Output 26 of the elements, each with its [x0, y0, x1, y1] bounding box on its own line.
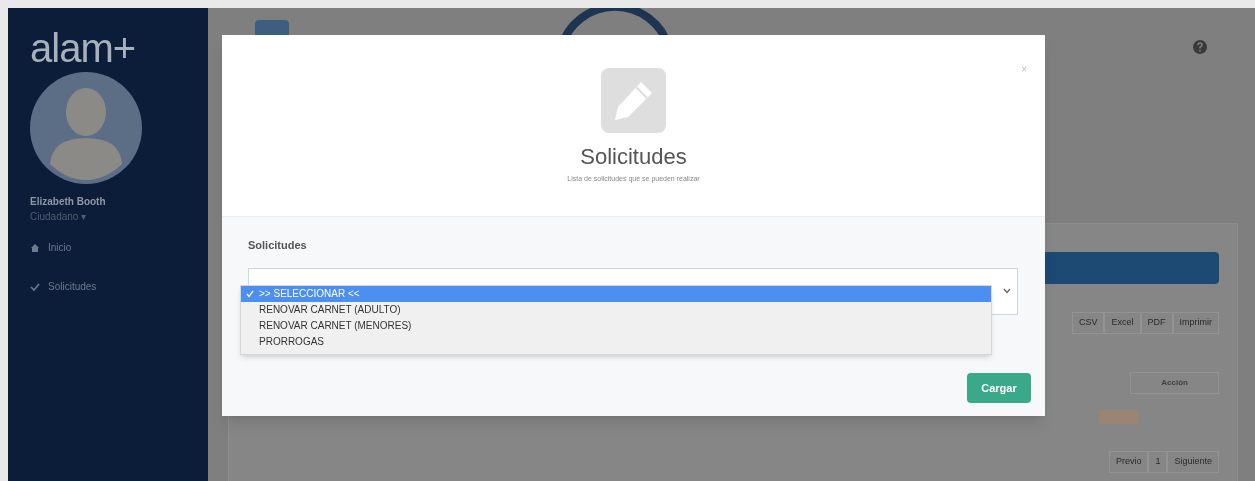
pencil-icon: [601, 68, 666, 133]
export-button[interactable]: Excel: [1104, 312, 1141, 334]
field-label: Solicitudes: [248, 238, 308, 253]
user-name: Elizabeth Booth: [30, 195, 107, 209]
user-role[interactable]: Ciudadano ▾: [30, 209, 208, 224]
nav-item[interactable]: Solicitudes: [30, 279, 208, 294]
pagination-button[interactable]: 1: [1148, 451, 1168, 473]
export-button[interactable]: PDF: [1140, 312, 1173, 334]
export-button[interactable]: CSV: [1071, 312, 1105, 334]
dropdown-option[interactable]: >> SELECCIONAR <<: [241, 286, 991, 302]
pagination-button[interactable]: Siguiente: [1167, 451, 1219, 473]
home-icon: [30, 242, 40, 253]
export-button[interactable]: Imprimir: [1172, 312, 1219, 334]
check-icon: [246, 290, 254, 298]
app-logo: alam+: [30, 26, 137, 70]
pagination-button[interactable]: Previo: [1108, 451, 1149, 473]
chevron-down-icon: [1003, 288, 1011, 294]
modal-title: Solicitudes: [580, 143, 687, 171]
dropdown-option[interactable]: RENOVAR CARNET (ADULTO): [241, 302, 991, 318]
help-icon[interactable]: [1192, 39, 1208, 55]
nav-item[interactable]: Inicio: [30, 240, 208, 255]
column-header: Acción: [1130, 372, 1219, 394]
dropdown-option[interactable]: PRORROGAS: [241, 334, 991, 350]
dropdown-option[interactable]: RENOVAR CARNET (MENORES): [241, 318, 991, 334]
submit-button[interactable]: Cargar: [967, 373, 1031, 403]
check-icon: [30, 281, 40, 292]
